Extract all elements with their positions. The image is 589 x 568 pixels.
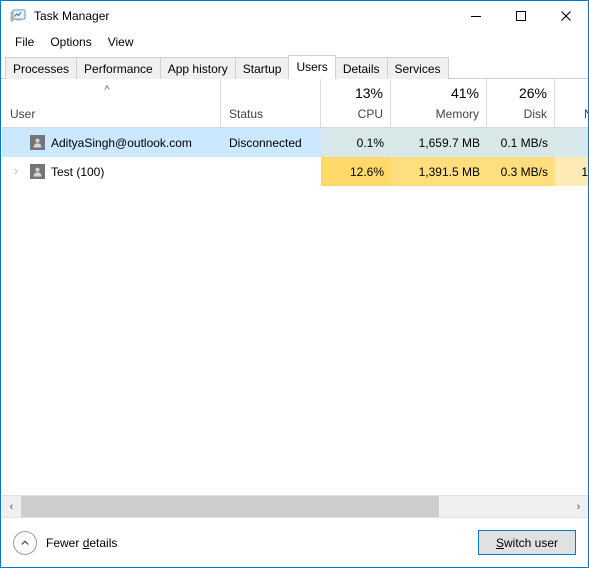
tab-processes[interactable]: Processes — [5, 57, 78, 79]
table-cell-status — [229, 157, 321, 186]
table-cell-cpu: 12.6% — [321, 157, 391, 186]
switch-user-button[interactable]: Switch user — [478, 530, 576, 555]
table-cell-status: Disconnected — [229, 135, 302, 150]
menu-item-view[interactable]: View — [100, 32, 142, 52]
users-list[interactable]: AdityaSingh@outlook.com Disconnected 0.1… — [2, 128, 588, 495]
table-cell-memory: 1,659.7 MB — [391, 128, 487, 157]
column-header-cpu-label: CPU — [357, 107, 383, 121]
minimize-button[interactable] — [453, 1, 498, 31]
user-avatar-icon — [30, 135, 45, 150]
maximize-button[interactable] — [498, 1, 543, 31]
table-cell-memory: 1,391.5 MB — [391, 157, 487, 186]
column-header-memory-label: Memory — [435, 107, 479, 121]
status-bar: Fewer details Switch user — [2, 517, 588, 567]
scrollbar-thumb[interactable] — [21, 496, 439, 517]
column-header-disk-label: Disk — [523, 107, 547, 121]
table-cell-disk: 0.1 MB/s — [487, 128, 555, 157]
window-title: Task Manager — [34, 9, 110, 23]
tab-startup[interactable]: Startup — [234, 57, 290, 79]
scroll-left-arrow-icon[interactable]: ‹ — [2, 496, 21, 517]
close-button[interactable] — [543, 1, 588, 31]
fewer-details-label: Fewer details — [46, 536, 117, 550]
column-header-memory[interactable]: 41% Memory — [391, 79, 487, 127]
tab-strip: Processes Performance App history Startu… — [1, 53, 588, 79]
menu-bar: File Options View — [1, 31, 588, 53]
switch-user-label: witch user — [503, 535, 559, 550]
scrollbar-track[interactable] — [21, 496, 569, 517]
table-cell-cpu: 0.1% — [321, 128, 391, 157]
fewer-details-text-before: Fewer — [46, 536, 83, 550]
table-cell-network: 0 Mb — [555, 128, 588, 157]
column-header-row: User ^ Status 13% CPU 41% Memory 26% Dis… — [2, 79, 588, 127]
column-header-cpu[interactable]: 13% CPU — [321, 79, 391, 127]
scroll-right-arrow-icon[interactable]: › — [569, 496, 588, 517]
tab-services[interactable]: Services — [386, 57, 449, 79]
menu-item-options[interactable]: Options — [42, 32, 99, 52]
chevron-up-circle-icon — [13, 531, 37, 555]
task-manager-icon — [10, 8, 26, 24]
horizontal-scrollbar[interactable]: ‹ › — [2, 495, 588, 517]
tab-users[interactable]: Users — [288, 55, 336, 79]
fewer-details-button[interactable]: Fewer details — [13, 531, 117, 555]
table-cell-network: 1.9 Mb — [555, 157, 588, 186]
column-header-status-label: Status — [229, 107, 264, 121]
column-header-network[interactable]: 0 Netwo — [555, 79, 588, 127]
table-cell-user: Test (100) — [51, 164, 105, 179]
switch-user-accel: S — [495, 535, 504, 550]
tab-performance[interactable]: Performance — [76, 57, 161, 79]
table-row[interactable]: AdityaSingh@outlook.com Disconnected 0.1… — [2, 128, 588, 157]
fewer-details-text-after: etails — [89, 536, 118, 550]
column-header-cpu-percent: 13% — [354, 85, 383, 101]
column-header-disk[interactable]: 26% Disk — [487, 79, 555, 127]
caption-buttons — [453, 1, 588, 31]
task-manager-window: Task Manager File Options View Processes… — [0, 0, 589, 568]
table-row[interactable]: › Test (100) 12.6% 1,391.5 MB 0.3 MB/s 1… — [2, 157, 588, 186]
column-header-disk-percent: 26% — [518, 85, 547, 101]
table-cell-disk: 0.3 MB/s — [487, 157, 555, 186]
column-header-status[interactable]: Status — [221, 79, 321, 127]
chevron-right-icon[interactable]: › — [10, 164, 22, 177]
sort-ascending-icon: ^ — [104, 84, 110, 96]
title-bar[interactable]: Task Manager — [1, 1, 588, 31]
column-header-network-label: Netwo — [555, 107, 588, 121]
tab-app-history[interactable]: App history — [159, 57, 236, 79]
table-cell-user: AdityaSingh@outlook.com — [51, 135, 192, 150]
menu-item-file[interactable]: File — [7, 32, 42, 52]
tab-details[interactable]: Details — [334, 57, 388, 79]
column-header-user-label: User — [10, 107, 36, 121]
column-header-memory-percent: 41% — [450, 85, 479, 101]
user-avatar-icon — [30, 164, 45, 179]
